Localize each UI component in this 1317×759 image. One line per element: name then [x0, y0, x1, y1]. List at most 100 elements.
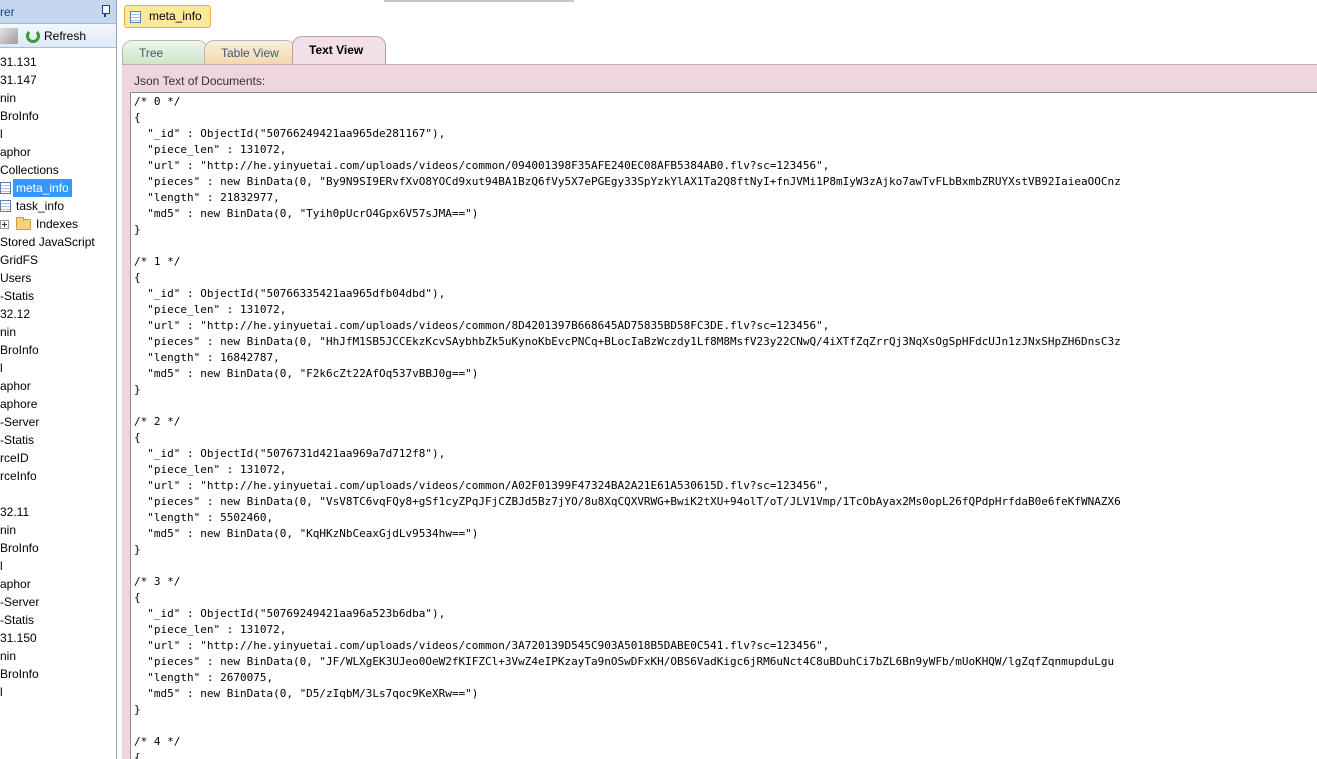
refresh-icon: [26, 29, 40, 43]
tree-item[interactable]: [0, 485, 116, 503]
json-line: }: [134, 703, 141, 716]
json-line: /* 3 */: [134, 575, 181, 588]
json-line: "_id" : ObjectId("50769249421aa96a523b6d…: [134, 607, 446, 620]
json-line: {: [134, 271, 141, 284]
json-text-content: /* 0 */ { "_id" : ObjectId("50766249421aa…: [134, 94, 1121, 759]
tree-item[interactable]: 32.12: [0, 305, 116, 323]
json-line: {: [134, 751, 141, 759]
text-view-panel: Json Text of Documents: /* 0 */ { "_id" :…: [122, 64, 1317, 759]
json-line: "url" : "http://he.yinyuetai.com/uploads…: [134, 159, 830, 172]
json-line: "piece_len" : 131072,: [134, 303, 287, 316]
json-line: /* 4 */: [134, 735, 181, 748]
explorer-title-bar: rer: [0, 0, 116, 24]
json-line: /* 0 */: [134, 95, 181, 108]
tree-item[interactable]: aphor: [0, 575, 116, 593]
document-tab-label: meta_info: [149, 9, 202, 23]
json-text-label: Json Text of Documents:: [134, 74, 266, 88]
table-icon: [0, 182, 11, 194]
json-line: "md5" : new BinData(0, "KqHKzNbCeaxGjdLv…: [134, 527, 479, 540]
table-icon: [0, 200, 11, 212]
tree-item[interactable]: 32.11: [0, 503, 116, 521]
tree-item[interactable]: l: [0, 557, 116, 575]
tree-item[interactable]: BroInfo: [0, 107, 116, 125]
json-line: [134, 558, 1121, 574]
json-line: "url" : "http://he.yinyuetai.com/uploads…: [134, 319, 830, 332]
tree-item-meta-info[interactable]: meta_info: [0, 179, 116, 197]
json-text-area[interactable]: /* 0 */ { "_id" : ObjectId("50766249421aa…: [130, 92, 1317, 759]
json-line: "md5" : new BinData(0, "F2k6cZt22AfOq537…: [134, 367, 479, 380]
json-line: [134, 238, 1121, 254]
tree-item[interactable]: nin: [0, 89, 116, 107]
tree-item[interactable]: 31.131: [0, 53, 116, 71]
tree-item[interactable]: -Server: [0, 593, 116, 611]
tree-item[interactable]: aphor: [0, 143, 116, 161]
tree-item[interactable]: -Statis: [0, 611, 116, 629]
expand-icon[interactable]: [0, 220, 9, 229]
json-line: {: [134, 111, 141, 124]
tree-item[interactable]: -Statis: [0, 287, 116, 305]
main-area: meta_info Tree View Table View Text View…: [118, 0, 1317, 759]
tree-item[interactable]: 31.150: [0, 629, 116, 647]
view-tabs: Tree View Table View Text View: [118, 36, 1317, 84]
json-line: "_id" : ObjectId("50766249421aa965de2811…: [134, 127, 446, 140]
json-line: "length" : 2670075,: [134, 671, 274, 684]
refresh-button[interactable]: Refresh: [24, 26, 90, 46]
tree-item[interactable]: BroInfo: [0, 341, 116, 359]
pin-icon[interactable]: [101, 5, 110, 17]
tree-item[interactable]: nin: [0, 521, 116, 539]
tree-item-task-info[interactable]: task_info: [0, 197, 116, 215]
json-line: {: [134, 431, 141, 444]
tree-item[interactable]: rceInfo: [0, 467, 116, 485]
json-line: "url" : "http://he.yinyuetai.com/uploads…: [134, 479, 830, 492]
tree-item[interactable]: l: [0, 359, 116, 377]
table-icon: [130, 11, 141, 23]
document-tab-meta-info[interactable]: meta_info: [124, 5, 211, 28]
json-line: "pieces" : new BinData(0, "VsV8TC6vqFQy8…: [134, 495, 1121, 508]
tab-table-view[interactable]: Table View: [204, 40, 296, 64]
tree-item[interactable]: -Statis: [0, 431, 116, 449]
explorer-toolbar: Refresh: [0, 24, 116, 48]
tree-item-collections[interactable]: Collections: [0, 161, 116, 179]
json-line: [134, 398, 1121, 414]
connect-icon[interactable]: [0, 28, 18, 44]
json-line: "md5" : new BinData(0, "D5/zIqbM/3Ls7qoc…: [134, 687, 479, 700]
tab-tree-view[interactable]: Tree View: [122, 40, 208, 84]
json-line: {: [134, 591, 141, 604]
tree-item[interactable]: -Server: [0, 413, 116, 431]
tree-item[interactable]: Users: [0, 269, 116, 287]
json-line: }: [134, 383, 141, 396]
json-line: "length" : 21832977,: [134, 191, 280, 204]
tree-item[interactable]: BroInfo: [0, 665, 116, 683]
tab-text-view[interactable]: Text View: [292, 36, 386, 64]
json-line: "pieces" : new BinData(0, "By9N9SI9ERvfX…: [134, 175, 1121, 188]
divider: [384, 0, 574, 2]
folder-icon: [16, 217, 31, 230]
tree-item[interactable]: l: [0, 683, 116, 701]
explorer-panel: rer Refresh 31.131 31.147 nin BroInfo l …: [0, 0, 117, 759]
tree-item[interactable]: GridFS: [0, 251, 116, 269]
tree-item[interactable]: Stored JavaScript: [0, 233, 116, 251]
json-line: "piece_len" : 131072,: [134, 623, 287, 636]
tree-item[interactable]: rceID: [0, 449, 116, 467]
document-tab-strip: meta_info: [118, 0, 1317, 34]
tree-item[interactable]: 31.147: [0, 71, 116, 89]
tree-item[interactable]: aphore: [0, 395, 116, 413]
tree-item[interactable]: BroInfo: [0, 539, 116, 557]
json-line: "_id" : ObjectId("50766335421aa965dfb04d…: [134, 287, 446, 300]
json-line: /* 2 */: [134, 415, 181, 428]
json-line: "md5" : new BinData(0, "Tyih0pUcrO4Gpx6V…: [134, 207, 479, 220]
tree-item[interactable]: l: [0, 125, 116, 143]
explorer-title: rer: [0, 5, 15, 19]
tree-item[interactable]: nin: [0, 323, 116, 341]
json-line: "piece_len" : 131072,: [134, 463, 287, 476]
json-line: }: [134, 543, 141, 556]
tree-item[interactable]: aphor: [0, 377, 116, 395]
json-line: /* 1 */: [134, 255, 181, 268]
json-line: "url" : "http://he.yinyuetai.com/uploads…: [134, 639, 830, 652]
json-line: [134, 718, 1121, 734]
tree-item-indexes[interactable]: Indexes: [0, 215, 116, 233]
tree-item[interactable]: nin: [0, 647, 116, 665]
json-line: "length" : 5502460,: [134, 511, 274, 524]
json-line: }: [134, 223, 141, 236]
json-line: "pieces" : new BinData(0, "JF/WLXgEK3UJe…: [134, 655, 1115, 668]
